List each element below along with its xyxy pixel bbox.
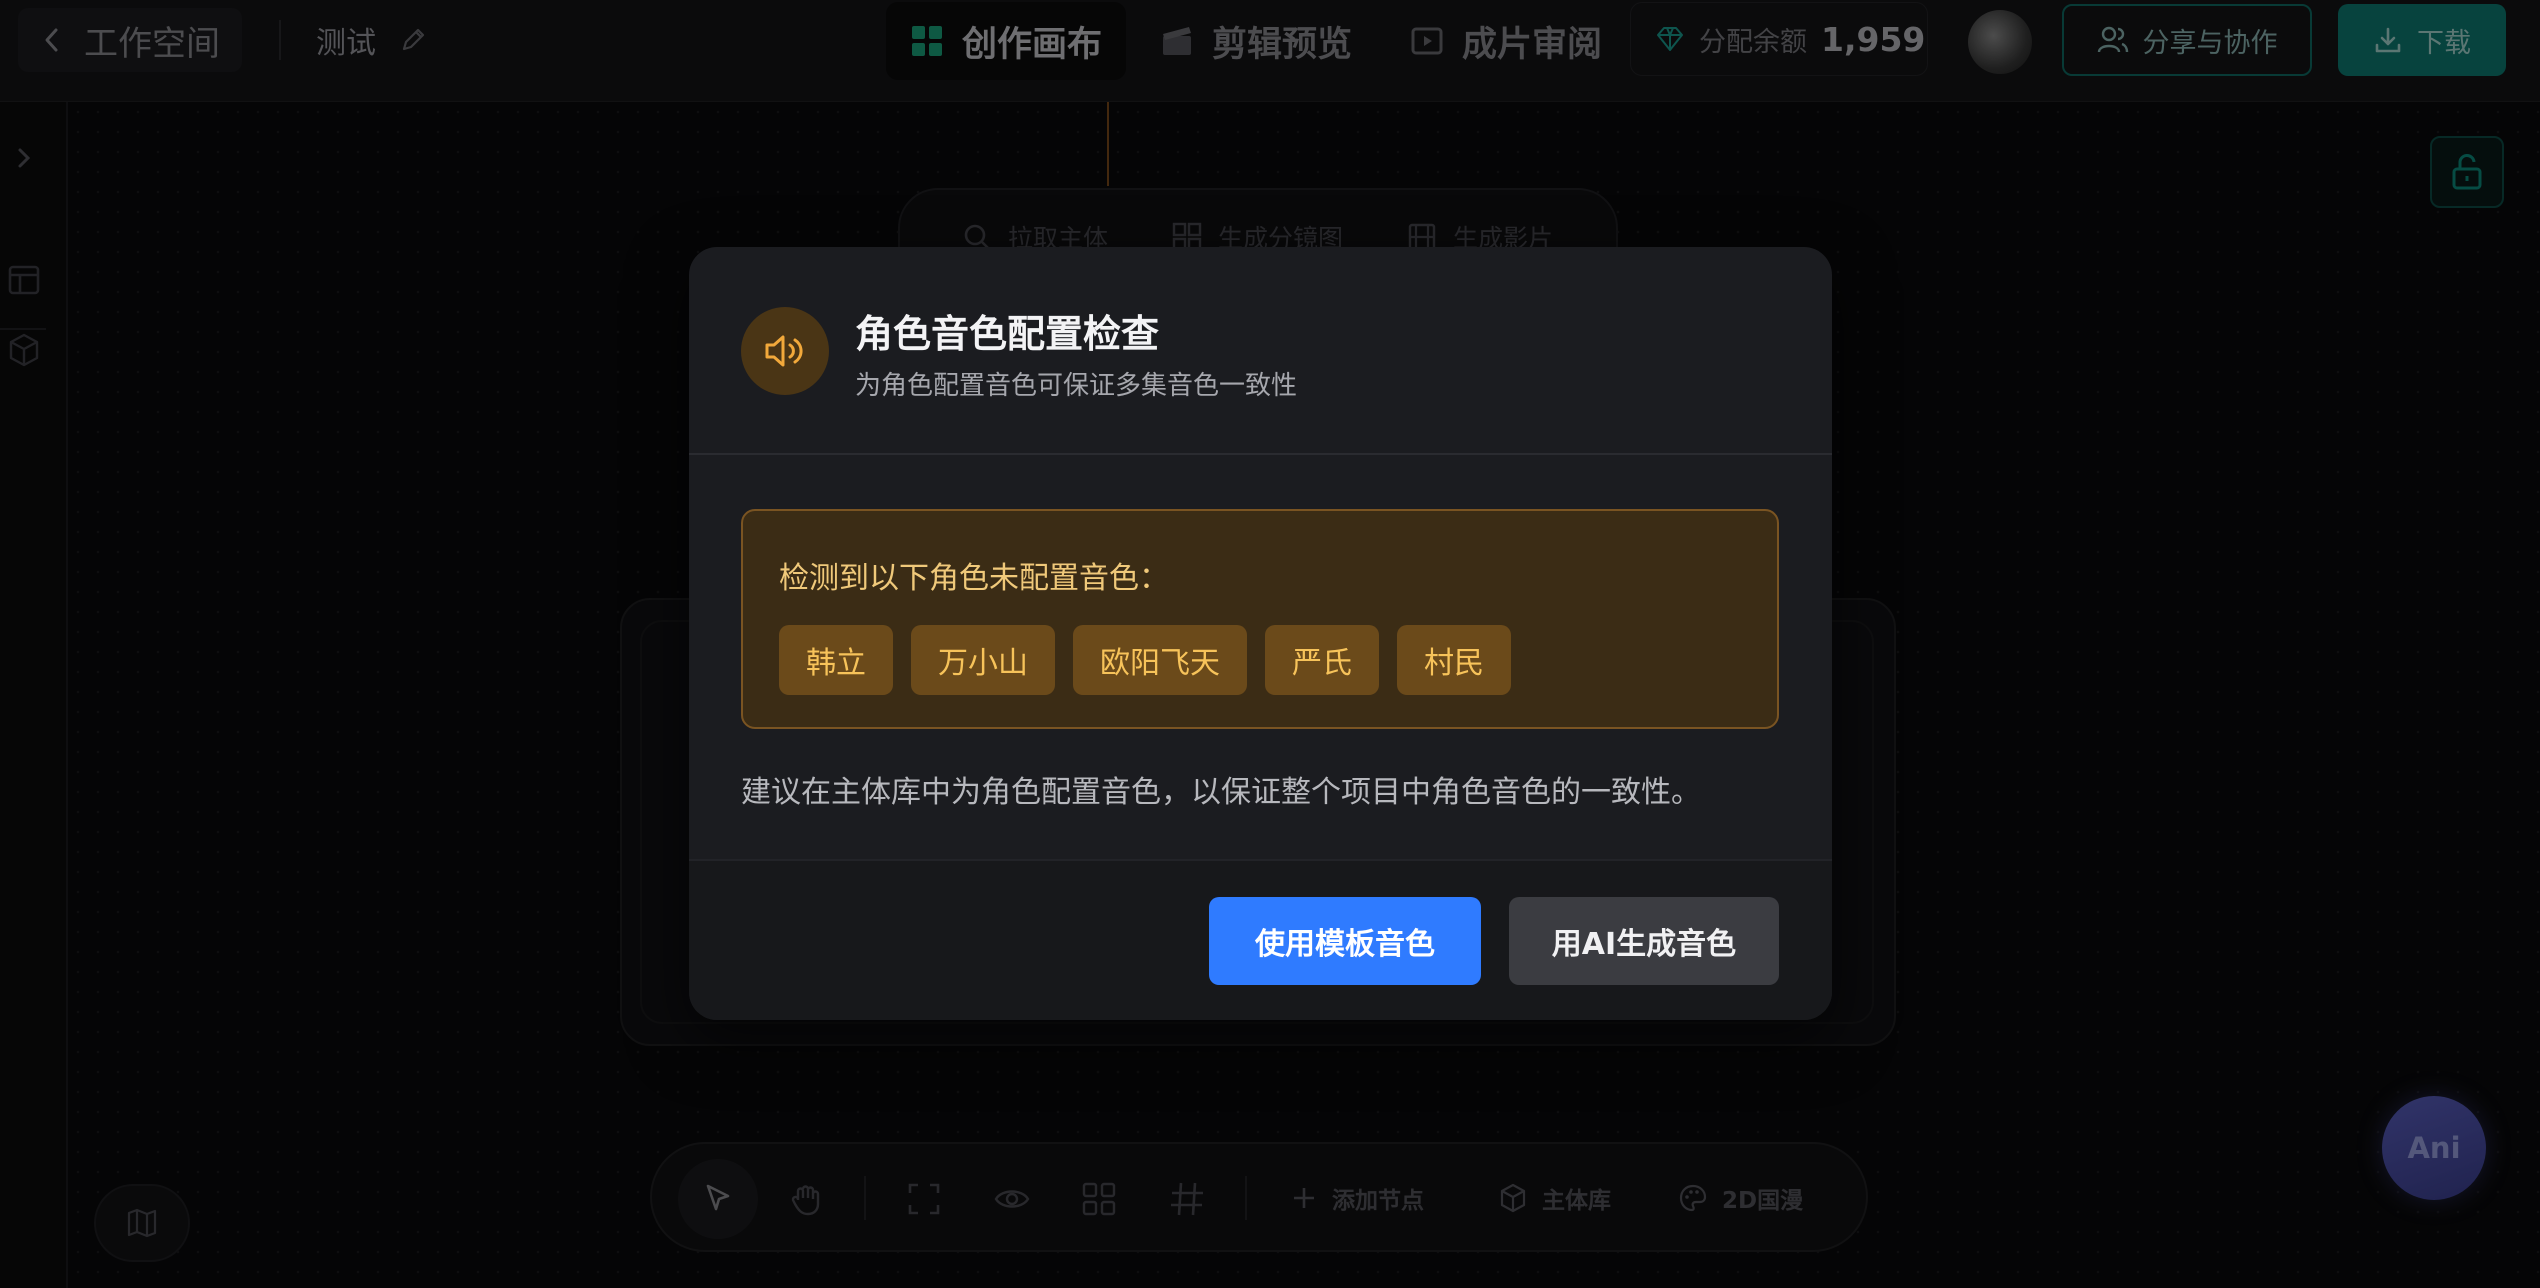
character-tag: 万小山: [911, 625, 1055, 695]
dialog-subtitle: 为角色配置音色可保证多集音色一致性: [855, 371, 1298, 401]
speaker-icon: [741, 307, 829, 395]
use-template-voice-button[interactable]: 使用模板音色: [1209, 897, 1481, 985]
character-tag: 村民: [1397, 625, 1511, 695]
character-tag: 严氏: [1265, 625, 1379, 695]
ai-generate-voice-button[interactable]: 用AI生成音色: [1509, 897, 1779, 985]
dialog-title: 角色音色配置检查: [855, 312, 1160, 356]
character-tag: 欧阳飞天: [1073, 625, 1247, 695]
voice-config-dialog: 角色音色配置检查 为角色配置音色可保证多集音色一致性 检测到以下角色未配置音色：…: [689, 247, 1832, 1020]
advice-text: 建议在主体库中为角色配置音色，以保证整个项目中角色音色的一致性。: [741, 775, 1701, 810]
character-tag: 韩立: [779, 625, 893, 695]
missing-voice-warning: 检测到以下角色未配置音色： 韩立 万小山 欧阳飞天 严氏 村民: [741, 509, 1779, 729]
character-tags: 韩立 万小山 欧阳飞天 严氏 村民: [779, 625, 1511, 695]
warning-text: 检测到以下角色未配置音色：: [779, 561, 1169, 596]
dialog-header: 角色音色配置检查 为角色配置音色可保证多集音色一致性: [689, 247, 1832, 455]
